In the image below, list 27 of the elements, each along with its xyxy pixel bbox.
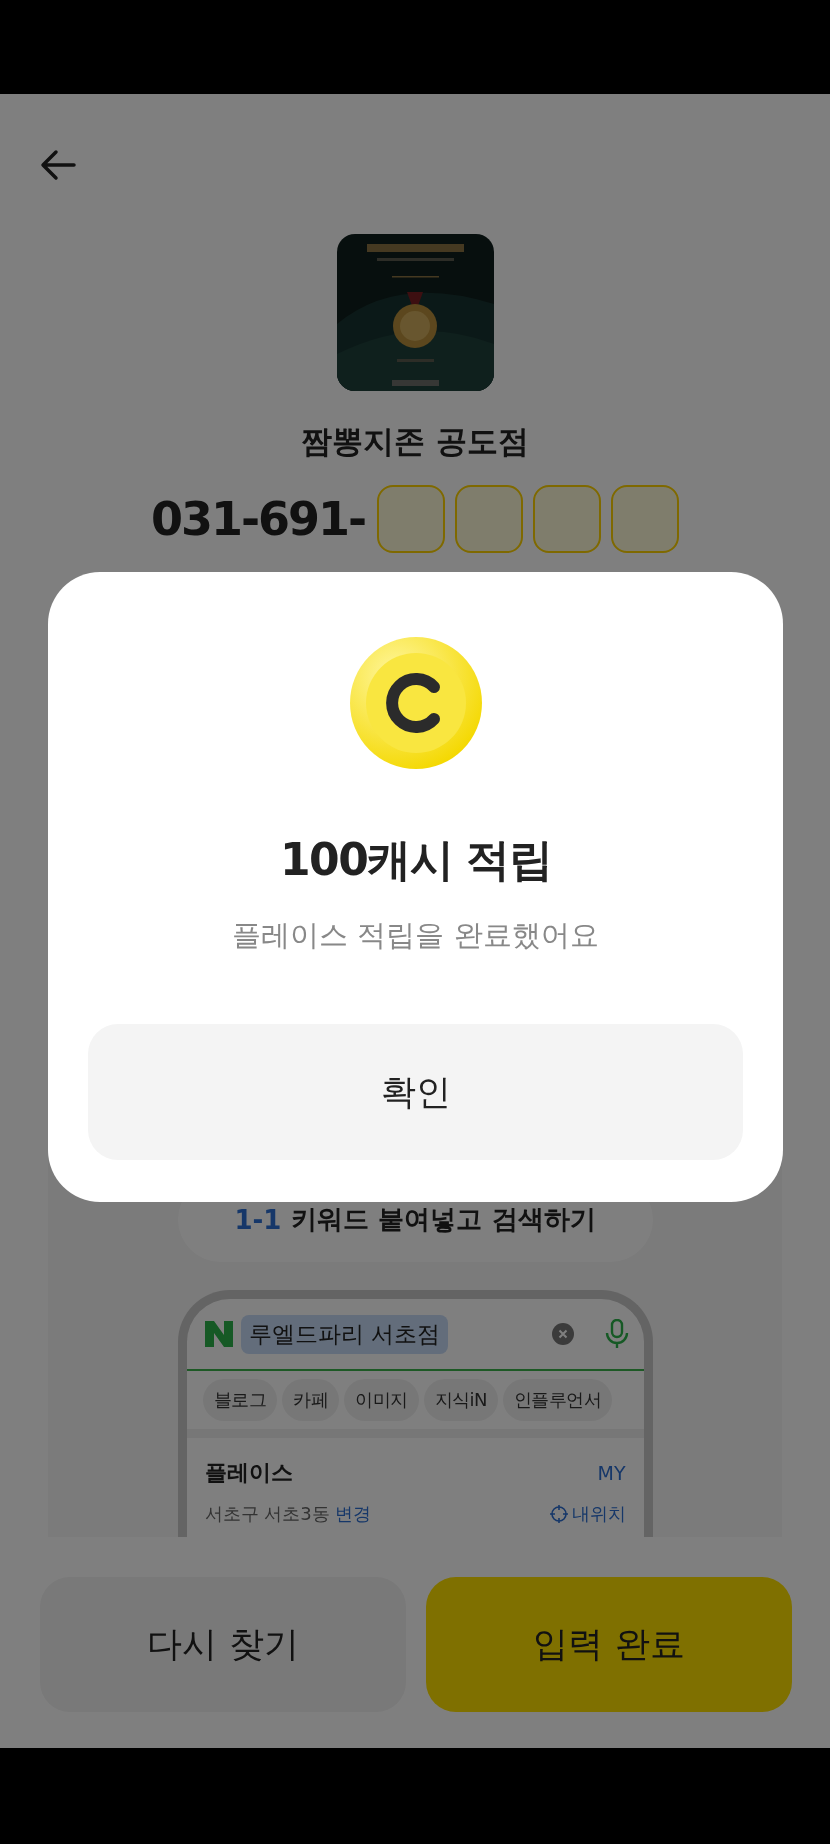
- crosshair-icon: [549, 1505, 568, 1523]
- search-tab[interactable]: 이미지: [344, 1379, 419, 1421]
- my-location-button[interactable]: 내위치: [549, 1502, 626, 1526]
- coin-icon: [349, 637, 482, 769]
- dialog-title: 100캐시 적립: [279, 833, 552, 887]
- digit-input-field[interactable]: [611, 485, 680, 553]
- microphone-icon[interactable]: [603, 1319, 630, 1349]
- my-link[interactable]: MY: [597, 1462, 626, 1484]
- confirm-button[interactable]: 확인: [88, 1024, 743, 1160]
- n-logo-icon: [204, 1321, 233, 1347]
- phone-prefix: 031-691-: [150, 492, 366, 546]
- search-query[interactable]: 루엘드파리 서초점: [240, 1314, 448, 1354]
- change-link[interactable]: 변경: [335, 1503, 372, 1524]
- digit-input-field[interactable]: [377, 485, 446, 553]
- search-tab[interactable]: 지식iN: [423, 1379, 498, 1421]
- retry-button[interactable]: 다시 찾기: [40, 1577, 406, 1712]
- digit-input-field[interactable]: [533, 485, 602, 553]
- search-tab[interactable]: 블로그: [202, 1379, 277, 1421]
- search-tab[interactable]: 인플루언서: [502, 1379, 613, 1421]
- clear-icon[interactable]: [551, 1323, 574, 1345]
- submit-button[interactable]: 입력 완료: [426, 1577, 792, 1712]
- store-name: 짬뽕지존 공도점: [301, 422, 529, 461]
- section-title: 플레이스: [204, 1459, 293, 1487]
- dialog-message: 플레이스 적립을 완료했어요: [232, 917, 599, 953]
- search-tab[interactable]: 카페: [282, 1379, 339, 1421]
- location-text: 서초구 서초3동 변경: [204, 1502, 372, 1526]
- digit-input-field[interactable]: [455, 485, 524, 553]
